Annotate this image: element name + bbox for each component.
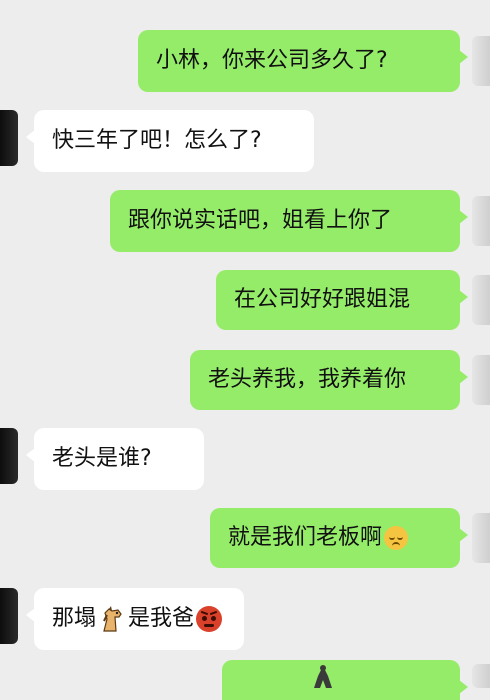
angry-face-icon [196,606,223,632]
message-text: 就是我们老板啊 [228,525,383,550]
message-row: 老头养我，我养着你 [0,350,490,410]
contact-avatar[interactable] [0,110,18,166]
message-text-before: 那塌 [52,606,97,631]
message-row: 老头是谁? [0,428,490,490]
my-avatar[interactable] [472,196,490,246]
watermark-figure-icon [314,665,332,688]
pensive-face-icon [384,526,409,550]
contact-avatar[interactable] [0,588,18,644]
message-row: 快三年了吧！怎么了? [0,110,490,172]
sent-message-bubble[interactable]: 老头养我，我养着你 [190,350,468,410]
message-text: 快三年了吧！怎么了? [52,128,262,153]
my-avatar[interactable] [472,275,490,325]
sent-message-bubble[interactable]: 在公司好好跟姐混 [216,270,468,330]
message-row: 那塌 是我爸 [0,588,490,650]
sent-message-bubble-partial[interactable] [222,660,468,700]
message-text: 小林，你来公司多久了? [156,48,388,73]
my-avatar[interactable] [472,36,490,86]
sent-message-bubble[interactable]: 跟你说实话吧，姐看上你了 [110,190,468,252]
message-row: 在公司好好跟姐混 [0,270,490,330]
received-message-bubble[interactable]: 快三年了吧！怎么了? [26,110,314,172]
message-text: 老头养我，我养着你 [208,367,407,392]
received-message-bubble[interactable]: 老头是谁? [26,428,204,490]
message-text: 在公司好好跟姐混 [234,287,411,312]
message-row: 跟你说实话吧，姐看上你了 [0,190,490,252]
contact-avatar[interactable] [0,428,18,484]
my-avatar[interactable] [472,355,490,405]
received-message-bubble[interactable]: 那塌 是我爸 [26,588,244,650]
message-text-after: 是我爸 [128,606,195,631]
message-row: 就是我们老板啊 [0,508,490,568]
message-text: 跟你说实话吧，姐看上你了 [128,208,393,233]
sent-message-bubble[interactable]: 就是我们老板啊 [210,508,468,568]
partial-sent-message [222,660,468,700]
my-avatar[interactable] [472,664,490,688]
message-row: 小林，你来公司多久了? [0,30,490,92]
my-avatar[interactable] [472,513,490,563]
message-text: 老头是谁? [52,446,152,471]
horse-icon [103,606,122,632]
sent-message-bubble[interactable]: 小林，你来公司多久了? [138,30,468,92]
